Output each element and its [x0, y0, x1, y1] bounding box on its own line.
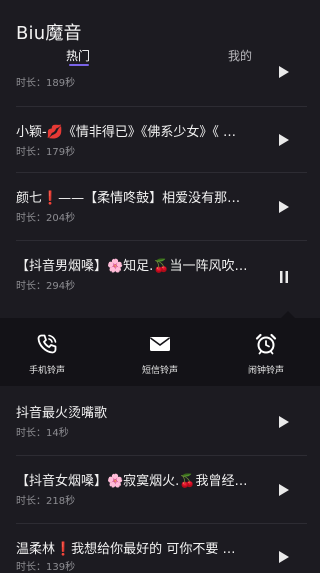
- play-icon[interactable]: [279, 201, 289, 213]
- song-title: 【抖音男烟嗓】🌸知足.🍒当一阵风吹…: [16, 259, 248, 274]
- song-title: 颜七❗——【柔情咚鼓】相爱没有那…: [16, 191, 241, 206]
- alarm-clock-icon: [254, 332, 278, 360]
- play-icon[interactable]: [279, 134, 289, 146]
- play-icon[interactable]: [279, 416, 289, 428]
- song-duration: 时长：294秒: [16, 281, 76, 292]
- song-title: 【抖音女烟嗓】🌸寂寞烟火.🍒我曾经…: [16, 474, 248, 489]
- song-duration: 时长：139秒: [16, 562, 76, 573]
- tab-mine[interactable]: 我的: [228, 47, 252, 64]
- song-duration: 时长：204秒: [16, 213, 76, 224]
- divider: [16, 172, 307, 173]
- app-title: Biu魔音: [16, 23, 82, 44]
- play-icon[interactable]: [279, 484, 289, 496]
- phone-ringtone-label: 手机铃声: [28, 366, 65, 376]
- divider: [16, 240, 307, 241]
- set-phone-ringtone-button[interactable]: 手机铃声: [7, 318, 87, 386]
- song-title: 抖音最火烫嘴歌: [16, 406, 108, 421]
- song-duration: 时长：218秒: [16, 496, 76, 507]
- divider: [16, 455, 307, 456]
- song-duration: 时长：189秒: [16, 78, 76, 89]
- sms-ringtone-label: 短信铃声: [141, 366, 178, 376]
- phone-icon: [35, 332, 59, 360]
- pause-icon[interactable]: [279, 268, 289, 283]
- active-tab-indicator: [69, 64, 89, 66]
- set-sms-ringtone-button[interactable]: 短信铃声: [120, 318, 200, 386]
- set-alarm-ringtone-button[interactable]: 闹钟铃声: [226, 318, 306, 386]
- tab-hot[interactable]: 热门: [66, 47, 90, 64]
- alarm-ringtone-label: 闹钟铃声: [247, 366, 284, 376]
- song-duration: 时长：14秒: [16, 428, 69, 439]
- song-duration: 时长：179秒: [16, 147, 76, 158]
- panel-caret: [281, 311, 295, 318]
- play-icon[interactable]: [279, 551, 289, 563]
- divider: [16, 523, 307, 524]
- song-title: 温柔林❗我想给你最好的 可你不要 …: [16, 542, 236, 557]
- play-icon[interactable]: [279, 66, 289, 78]
- ringtone-panel: 手机铃声 短信铃声 闹钟铃声: [0, 318, 320, 386]
- song-title: 小颖-💋《情非得已》《佛系少女》《 …: [16, 125, 237, 140]
- envelope-icon: [148, 332, 172, 360]
- divider: [16, 106, 307, 107]
